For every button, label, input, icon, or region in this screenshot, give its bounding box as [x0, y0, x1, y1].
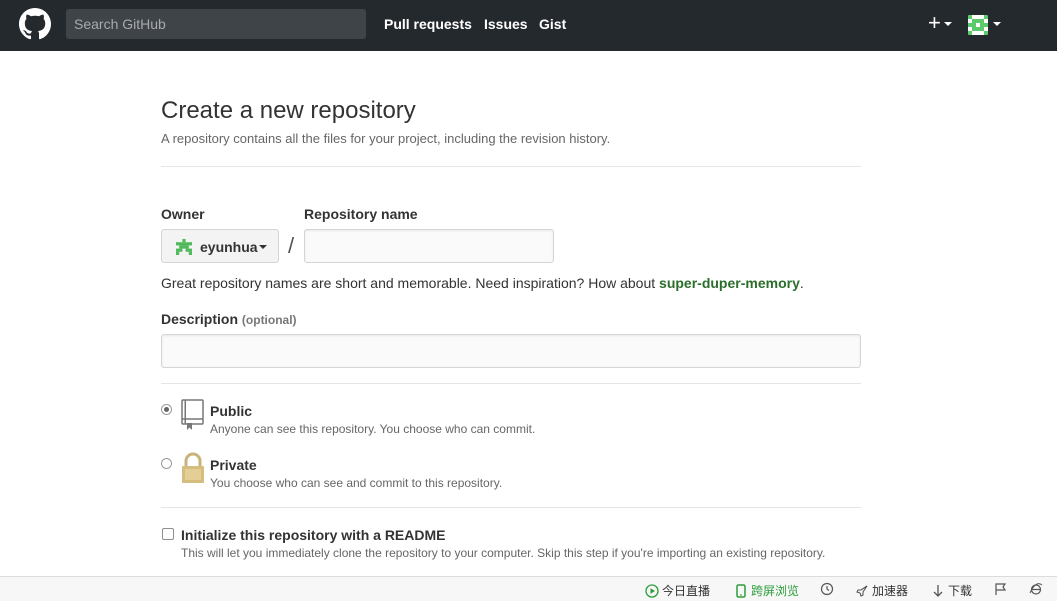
owner-name: eyunhua [200, 239, 258, 255]
repo-name-label: Repository name [304, 206, 418, 222]
page-subtitle: A repository contains all the files for … [161, 131, 611, 146]
page-title: Create a new repository [161, 97, 416, 124]
optional-tag: (optional) [241, 313, 297, 327]
avatar [968, 15, 988, 35]
cross-screen-button[interactable]: 跨屏浏览 [734, 582, 799, 599]
init-readme-checkbox[interactable] [162, 528, 174, 540]
owner-select[interactable]: eyunhua [161, 229, 279, 263]
github-logo-icon[interactable] [19, 8, 51, 40]
browser-status-bar: 今日直播 跨屏浏览 加速器 下载 [0, 576, 1057, 601]
chevron-down-icon [259, 245, 267, 249]
search-input[interactable] [66, 9, 366, 39]
download-arrow-icon [933, 584, 943, 597]
phone-icon [736, 583, 746, 598]
repo-name-hint: Great repository names are short and mem… [161, 275, 804, 291]
public-title[interactable]: Public [210, 403, 252, 419]
ie-mode-button[interactable] [1029, 582, 1043, 596]
chevron-down-icon [944, 22, 952, 26]
lock-icon [182, 452, 204, 483]
hint-suffix: . [799, 275, 804, 291]
live-today-button[interactable]: 今日直播 [645, 582, 710, 599]
owner-repo-separator: / [288, 233, 295, 258]
description-label-text: Description [161, 311, 239, 327]
history-icon [820, 582, 834, 596]
hint-text: Great repository names are short and mem… [161, 275, 660, 291]
private-description: You choose who can see and commit to thi… [210, 476, 503, 490]
divider [161, 507, 861, 508]
public-description: Anyone can see this repository. You choo… [210, 422, 536, 436]
history-button[interactable] [820, 582, 834, 596]
chevron-down-icon [993, 22, 1001, 26]
top-header: Pull requests Issues Gist + [0, 0, 1057, 51]
download-label: 下载 [948, 584, 973, 598]
divider [161, 383, 861, 384]
private-title[interactable]: Private [210, 457, 257, 473]
owner-label: Owner [161, 206, 205, 222]
accelerator-label: 加速器 [872, 584, 909, 598]
divider [161, 166, 861, 167]
repo-book-icon [181, 399, 204, 430]
plus-icon: + [928, 10, 941, 35]
accelerator-button[interactable]: 加速器 [855, 582, 908, 599]
cross-screen-label: 跨屏浏览 [751, 584, 800, 598]
rocket-icon [856, 585, 868, 597]
download-button[interactable]: 下载 [931, 582, 972, 599]
init-readme-label[interactable]: Initialize this repository with a README [181, 527, 445, 543]
nav-gist[interactable]: Gist [539, 16, 566, 32]
nav-pull-requests[interactable]: Pull requests [384, 16, 472, 32]
init-readme-description: This will let you immediately clone the … [181, 546, 826, 560]
repo-name-input[interactable] [304, 229, 554, 263]
live-today-label: 今日直播 [662, 584, 711, 598]
play-circle-icon [645, 583, 659, 598]
public-radio[interactable] [161, 404, 172, 415]
ie-icon [1029, 583, 1043, 595]
description-input[interactable] [161, 334, 861, 368]
flag-icon [995, 583, 1007, 595]
nav-issues[interactable]: Issues [484, 16, 528, 32]
description-label: Description (optional) [161, 311, 297, 327]
private-radio[interactable] [161, 458, 172, 469]
name-suggestion-link[interactable]: super-duper-memory [659, 275, 800, 291]
avatar [176, 239, 192, 255]
flag-button[interactable] [994, 582, 1008, 596]
